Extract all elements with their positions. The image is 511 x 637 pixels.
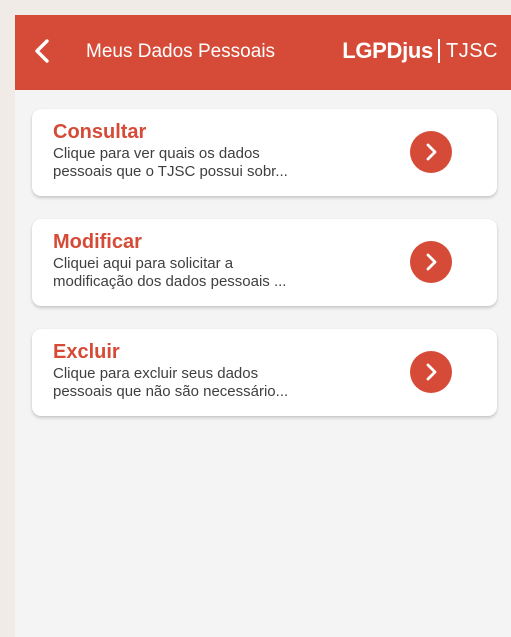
card-title: Excluir bbox=[53, 341, 120, 363]
chevron-left-icon bbox=[35, 39, 49, 63]
card-description-line: Clique para ver quais os dados bbox=[53, 145, 260, 162]
card-description-line: pessoais que o TJSC possui sobr... bbox=[53, 163, 288, 180]
card-title: Consultar bbox=[53, 121, 147, 143]
chevron-right-icon bbox=[426, 253, 437, 271]
card-modificar[interactable]: Modificar Cliquei aqui para solicitar a … bbox=[32, 219, 497, 306]
card-description-line: pessoais que não são necessário... bbox=[53, 383, 289, 400]
card-description: Clique para excluir seus dados pessoais … bbox=[53, 365, 393, 401]
card-description: Cliquei aqui para solicitar a modificaçã… bbox=[53, 255, 393, 291]
brand-divider bbox=[438, 39, 440, 63]
app-bar: Meus Dados Pessoais LGPDjus TJSC bbox=[15, 15, 511, 90]
card-title: Modificar bbox=[53, 231, 142, 253]
card-description-line: Clique para excluir seus dados bbox=[53, 365, 259, 382]
chevron-right-icon bbox=[426, 143, 437, 161]
chevron-right-icon bbox=[426, 363, 437, 381]
page-title: Meus Dados Pessoais bbox=[86, 41, 276, 62]
card-consultar[interactable]: Consultar Clique para ver quais os dados… bbox=[32, 109, 497, 196]
card-excluir[interactable]: Excluir Clique para excluir seus dados p… bbox=[32, 329, 497, 416]
excluir-arrow-button[interactable] bbox=[410, 351, 452, 393]
brand-name-light: TJSC bbox=[446, 39, 498, 62]
brand-logo: LGPDjus TJSC bbox=[342, 36, 498, 66]
consultar-arrow-button[interactable] bbox=[410, 131, 452, 173]
card-description-line: Cliquei aqui para solicitar a bbox=[53, 255, 234, 272]
card-description: Clique para ver quais os dados pessoais … bbox=[53, 145, 393, 181]
screen: Meus Dados Pessoais LGPDjus TJSC Consult… bbox=[15, 15, 511, 637]
modificar-arrow-button[interactable] bbox=[410, 241, 452, 283]
brand-name-bold: LGPDjus bbox=[342, 38, 433, 63]
back-button[interactable] bbox=[25, 33, 61, 69]
card-description-line: modificação dos dados pessoais ... bbox=[53, 273, 287, 290]
